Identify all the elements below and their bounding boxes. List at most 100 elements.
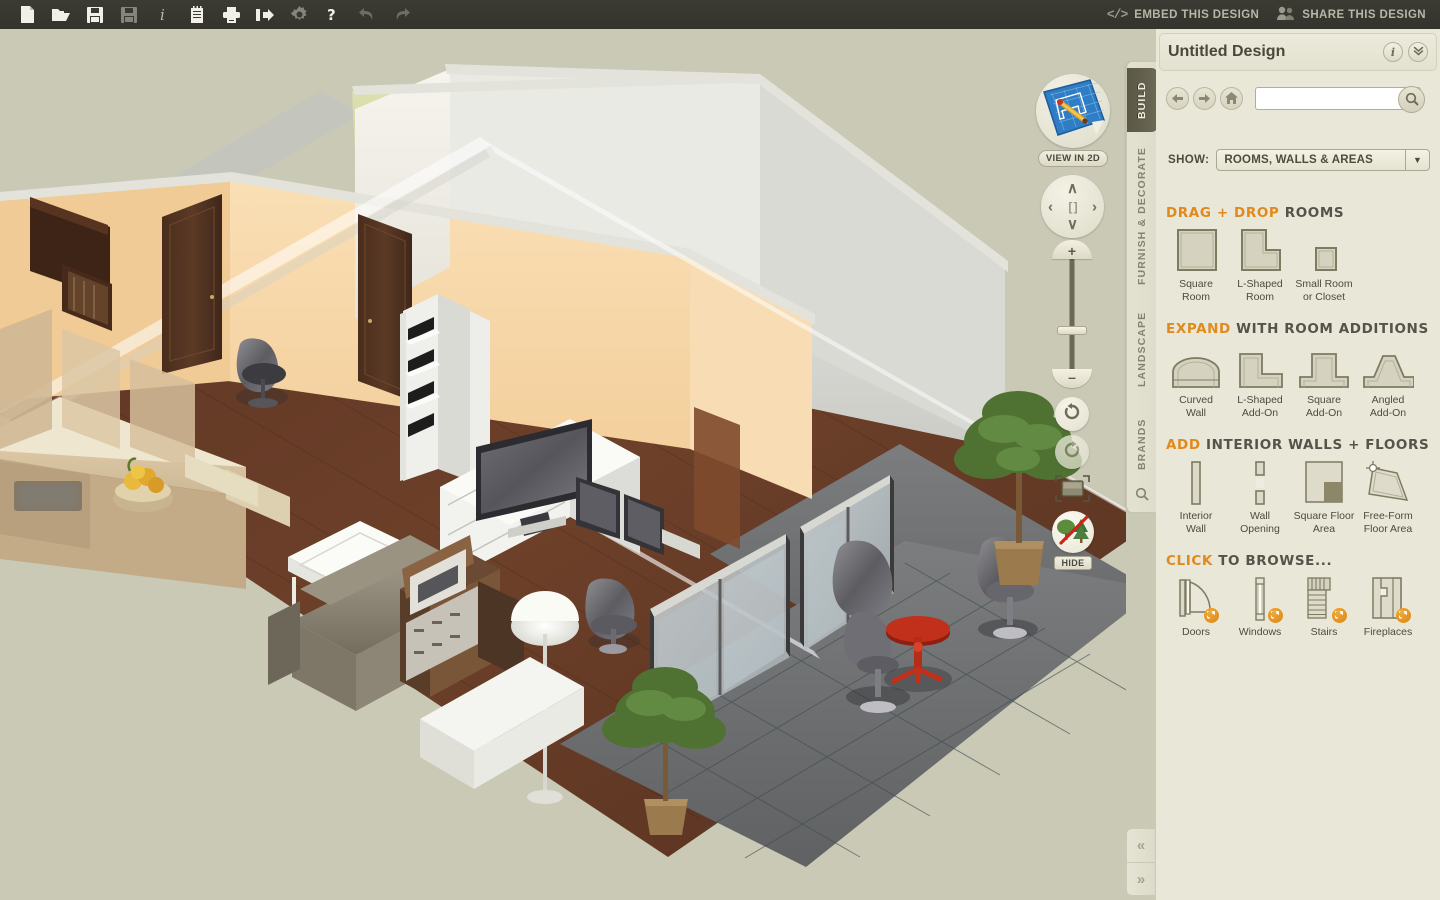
design-canvas-3d[interactable]: VIEW IN 2D ∧ ∨ ‹ › [ ] + – HIDE [0,29,1126,900]
item-windows-label: Windows [1238,626,1282,638]
save-as-icon[interactable] [112,0,146,29]
item-square-addon[interactable]: Square Add-On [1292,344,1356,419]
people-icon [1277,6,1295,23]
hide-label: HIDE [1054,556,1092,570]
hide-objects-button[interactable]: HIDE [1052,511,1094,571]
nav-forward-button[interactable] [1193,86,1216,110]
panel-collapse-button[interactable] [1408,42,1428,62]
section-rooms-accent: DRAG + DROP [1166,205,1280,221]
redo-icon[interactable] [384,0,418,29]
info-icon[interactable]: i [146,0,180,29]
item-windows[interactable]: Windows [1228,576,1292,639]
zoom-slider[interactable]: + – [1051,240,1093,388]
embed-design-button[interactable]: </> EMBED THIS DESIGN [1107,7,1259,22]
section-browse-accent: CLICK [1166,553,1213,569]
floorplan-3d-scene [0,29,1126,900]
door-3 [694,407,740,549]
item-interior-wall-label: Interior Wall [1179,510,1213,535]
view-in-2d-button[interactable]: VIEW IN 2D [1036,74,1110,167]
toolbar-icon-group: i ? [0,0,418,29]
item-l-shaped-addon[interactable]: L-Shaped Add-On [1228,344,1292,419]
tab-furnish-decorate[interactable]: FURNISH & DECORATE [1127,140,1157,292]
share-design-button[interactable]: SHARE THIS DESIGN [1277,6,1426,23]
share-design-label: SHARE THIS DESIGN [1302,8,1426,21]
search-submit-button[interactable] [1398,85,1425,113]
rotate-right-button[interactable] [1055,435,1089,469]
doors-browse-badge[interactable] [1204,608,1219,623]
panel-info-button[interactable]: i [1383,42,1403,62]
square-room-icon [1164,228,1228,274]
pan-control-pad[interactable]: ∧ ∨ ‹ › [ ] [1041,175,1104,238]
help-icon[interactable]: ? [316,0,350,29]
svg-text:i: i [160,6,165,23]
section-rooms-items: Square Room L-Shaped Room Small Room or Clo… [1156,228,1440,303]
zoom-track[interactable] [1069,256,1075,372]
save-icon[interactable] [78,0,112,29]
fit-to-screen-button[interactable]: [ ] [1068,201,1077,213]
nav-home-button[interactable] [1220,86,1243,110]
item-curved-wall[interactable]: Curved Wall [1164,344,1228,419]
new-document-icon[interactable] [10,0,44,29]
item-wall-opening-label: Wall Opening [1240,510,1280,535]
door-1 [162,194,222,374]
angled-addon-icon [1356,344,1420,390]
item-curved-wall-label: Curved Wall [1179,394,1213,419]
expand-panel-button[interactable]: » [1126,862,1156,896]
fireplaces-browse-badge[interactable] [1396,608,1411,623]
panel-toggle-stack: « » [1126,828,1156,896]
collapse-panel-button[interactable]: « [1126,828,1156,862]
section-interior: ADD INTERIOR WALLS + FLOORS Interior Wall… [1156,437,1440,535]
stairs-browse-badge[interactable] [1332,608,1347,623]
wall-opening-icon [1228,460,1292,506]
pan-up-arrow[interactable]: ∧ [1067,181,1078,196]
item-doors[interactable]: Doors [1164,576,1228,639]
search-input[interactable] [1256,87,1394,109]
blueprint-icon [1040,78,1106,145]
item-free-form-floor-area-label: Free-Form Floor Area [1363,510,1413,535]
item-stairs[interactable]: Stairs [1292,576,1356,639]
section-interior-accent: ADD [1166,437,1201,453]
item-small-room[interactable]: Small Room or Closet [1292,228,1356,303]
tab-build[interactable]: BUILD [1127,68,1157,132]
show-dropdown[interactable]: ROOMS, WALLS & AREAS ▼ [1216,149,1430,171]
zoom-thumb[interactable] [1057,326,1087,335]
export-icon[interactable] [248,0,282,29]
nav-back-button[interactable] [1166,86,1189,110]
item-doors-label: Doors [1181,626,1210,638]
open-folder-icon[interactable] [44,0,78,29]
item-angled-addon[interactable]: Angled Add-On [1356,344,1420,419]
item-square-floor-area[interactable]: Square Floor Area [1292,460,1356,535]
item-square-addon-label: Square Add-On [1305,394,1343,419]
windows-browse-badge[interactable] [1268,608,1283,623]
zoom-in-button[interactable]: + [1052,240,1092,259]
item-fireplaces[interactable]: Fireplaces [1356,576,1420,639]
right-panel: Untitled Design i SHOW: ROOMS, WALLS & A… [1156,29,1440,900]
item-interior-wall[interactable]: Interior Wall [1164,460,1228,535]
zoom-out-button[interactable]: – [1052,369,1092,388]
section-browse: CLICK TO BROWSE... Doors Windows Stairs … [1156,553,1440,639]
section-rooms: DRAG + DROP ROOMS Square Room L-Shaped Roo… [1156,205,1440,303]
chevron-down-icon[interactable]: ▼ [1405,150,1429,170]
code-brackets-icon: </> [1106,7,1128,22]
tab-brands[interactable]: BRANDS [1127,406,1157,482]
panel-search-icon[interactable] [1127,482,1157,506]
item-free-form-floor-area[interactable]: Free-Form Floor Area [1356,460,1420,535]
item-wall-opening[interactable]: Wall Opening [1228,460,1292,535]
section-additions: EXPAND WITH ROOM ADDITIONS Curved Wall L-… [1156,321,1440,419]
panel-search-box[interactable] [1255,85,1425,113]
settings-gear-icon[interactable] [282,0,316,29]
tab-landscape[interactable]: LANDSCAPE [1127,298,1157,400]
notes-icon[interactable] [180,0,214,29]
rotate-left-button[interactable] [1055,397,1089,431]
print-icon[interactable] [214,0,248,29]
info-glyph: i [1390,45,1396,59]
pan-left-arrow[interactable]: ‹ [1048,199,1053,214]
pan-down-arrow[interactable]: ∨ [1067,217,1078,232]
pan-right-arrow[interactable]: › [1092,199,1097,214]
undo-icon[interactable] [350,0,384,29]
section-browse-heading: CLICK TO BROWSE... [1156,553,1440,569]
viewport-frame-button[interactable] [1055,474,1090,504]
item-l-shaped-room[interactable]: L-Shaped Room [1228,228,1292,303]
item-square-floor-area-label: Square Floor Area [1293,510,1355,535]
item-square-room[interactable]: Square Room [1164,228,1228,303]
